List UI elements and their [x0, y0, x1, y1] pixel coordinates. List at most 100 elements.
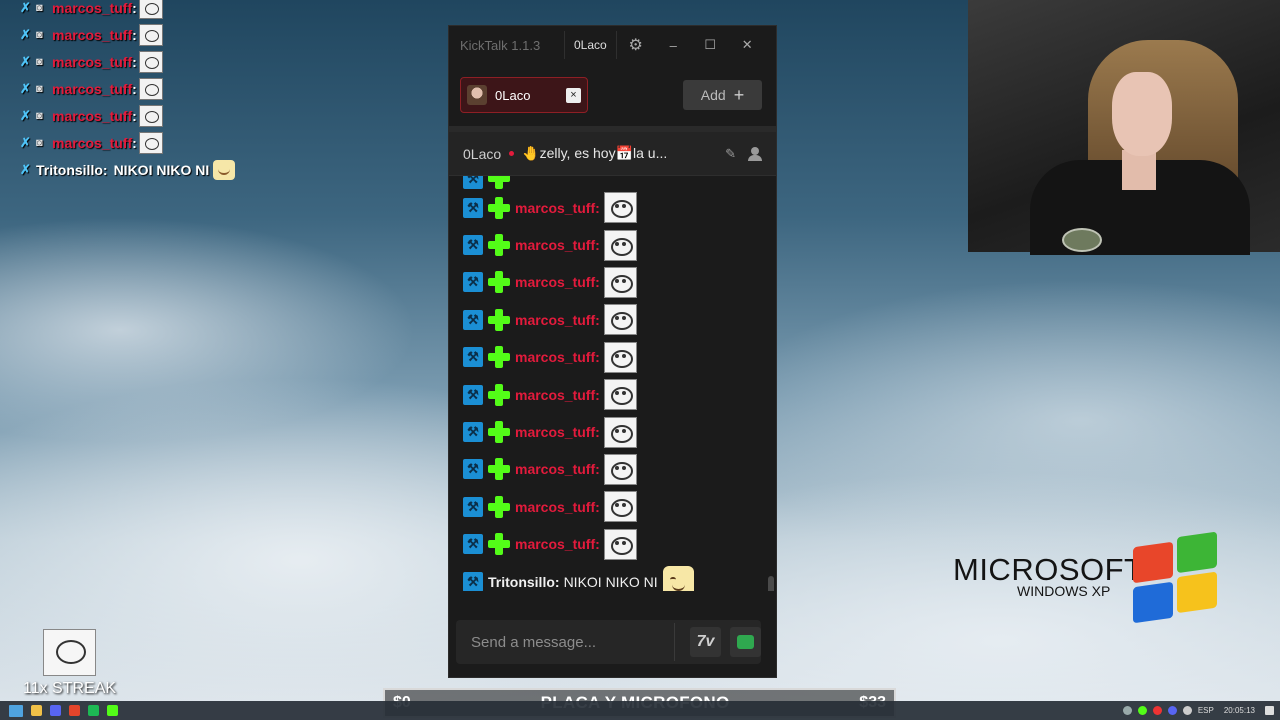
message-input-bar: 7v: [456, 620, 761, 664]
chat-username[interactable]: marcos_tuff: [515, 536, 595, 552]
chat-messages[interactable]: ⚒ ⚒ marcos_tuff : ⚒ marcos_tuff : ⚒ marc…: [449, 176, 776, 591]
pepe-emote: [138, 104, 163, 127]
niko-emote[interactable]: [662, 566, 694, 591]
chat-message: ⚒ marcos_tuff :: [463, 264, 776, 301]
chat-username[interactable]: Tritonsillo: [488, 574, 555, 590]
pin-icon[interactable]: ✎: [725, 146, 736, 162]
message-input[interactable]: [456, 620, 674, 664]
minimize-button[interactable]: –: [655, 38, 692, 53]
title-bar[interactable]: KickTalk 1.1.3 0Laco ⚙ – ☐ ✕: [449, 26, 776, 64]
moderator-badge-icon: ⚒: [463, 459, 483, 480]
maximize-button[interactable]: ☐: [692, 37, 729, 53]
keyboard-language[interactable]: ESP: [1198, 706, 1214, 715]
overlay-chat-row: ✗ ◙ marcos_tuff :: [20, 129, 320, 156]
pepe-emote[interactable]: [603, 453, 637, 485]
mod-sword-icon: ✗: [20, 0, 31, 15]
chat-username[interactable]: marcos_tuff: [515, 274, 595, 290]
pepe-emote[interactable]: [603, 229, 637, 261]
subscriber-badge-icon: [488, 176, 510, 189]
spotify-icon[interactable]: [88, 705, 99, 716]
channel-name: 0Laco: [463, 145, 502, 162]
subscriber-badge-icon: [488, 196, 510, 219]
pepe-emote: [138, 0, 163, 19]
current-user-button[interactable]: 0Laco: [564, 31, 617, 59]
chat-username[interactable]: marcos_tuff: [515, 200, 595, 216]
chat-username[interactable]: marcos_tuff: [515, 312, 595, 328]
overlay-username: marcos_tuff: [52, 26, 133, 43]
chat-bubble-icon: ◙: [36, 109, 43, 122]
pepe-emote[interactable]: [603, 379, 637, 411]
chat-bubble-icon: ◙: [36, 55, 43, 68]
windows-flag-icon: [1133, 531, 1223, 624]
pepe-emote[interactable]: [603, 491, 637, 523]
moderator-badge-icon: ⚒: [463, 197, 483, 218]
close-window-button[interactable]: ✕: [729, 37, 766, 53]
chat-username[interactable]: marcos_tuff: [515, 237, 595, 253]
kicktalk-window: KickTalk 1.1.3 0Laco ⚙ – ☐ ✕ 0Laco × Add…: [448, 25, 777, 678]
mod-sword-icon: ✗: [20, 107, 31, 123]
kick-emote-button[interactable]: [730, 627, 761, 657]
pepe-emote[interactable]: [603, 266, 637, 298]
chat-scrollbar[interactable]: [768, 576, 774, 591]
moderator-badge-icon: ⚒: [463, 235, 483, 256]
chat-message: ⚒ marcos_tuff :: [463, 301, 776, 338]
chat-message: ⚒ marcos_tuff :: [463, 226, 776, 263]
system-tray: ESP 20:05:13: [1122, 706, 1280, 715]
overlay-username: marcos_tuff: [52, 107, 133, 124]
tab-0laco[interactable]: 0Laco ×: [460, 77, 588, 113]
pepe-emote[interactable]: [603, 341, 637, 373]
tray-icon[interactable]: [1167, 706, 1177, 715]
folder-icon[interactable]: [31, 705, 42, 716]
chat-username[interactable]: marcos_tuff: [515, 387, 595, 403]
chat-message: ⚒ Tritonsillo : NIKOI NIKO NI: [463, 563, 776, 591]
gear-icon[interactable]: ⚙: [617, 35, 655, 55]
subscriber-badge-icon: [488, 271, 510, 294]
add-channel-button[interactable]: Add +: [683, 80, 762, 110]
overlay-username: marcos_tuff: [52, 80, 133, 97]
mod-sword-icon: ✗: [20, 26, 31, 42]
close-tab-icon[interactable]: ×: [566, 87, 581, 103]
chat-username[interactable]: marcos_tuff: [515, 424, 595, 440]
kick-icon[interactable]: [107, 705, 118, 716]
tray-icon[interactable]: [1152, 706, 1162, 715]
pepe-emote: [138, 50, 163, 73]
pepe-emote[interactable]: [603, 304, 637, 336]
chat-header: 0Laco 🤚zelly, es hoy📅la u... ✎: [449, 132, 776, 176]
pepe-emote[interactable]: [603, 528, 637, 560]
chat-username[interactable]: marcos_tuff: [515, 349, 595, 365]
pepe-emote[interactable]: [603, 192, 637, 224]
pepe-emote[interactable]: [603, 416, 637, 448]
user-icon[interactable]: [748, 146, 762, 161]
overlay-username: marcos_tuff: [52, 0, 133, 16]
pepe-emote: [138, 23, 163, 46]
chat-bubble-icon: ◙: [36, 28, 43, 41]
brave-icon[interactable]: [69, 705, 80, 716]
streak-label: 11x STREAK: [23, 680, 117, 697]
subscriber-badge-icon: [488, 421, 510, 444]
overlay-chat-row: ✗ ◙ marcos_tuff :: [20, 75, 320, 102]
volume-icon[interactable]: [1182, 706, 1192, 715]
xp-logo-windows: WINDOWS XP: [1017, 583, 1111, 599]
overlay-message-text: NIKOI NIKO NI: [113, 161, 210, 178]
overlay-chat-row: ✗ ◙ marcos_tuff :: [20, 48, 320, 75]
clock[interactable]: 20:05:13: [1224, 706, 1255, 715]
chat-bubble-icon: ◙: [36, 136, 43, 149]
chat-username[interactable]: marcos_tuff: [515, 499, 595, 515]
subscriber-badge-icon: [488, 346, 510, 369]
overlay-username: marcos_tuff: [52, 53, 133, 70]
tray-icon[interactable]: [1122, 706, 1132, 715]
chat-message: ⚒ marcos_tuff :: [463, 451, 776, 488]
seventv-emote-button[interactable]: 7v: [690, 627, 721, 657]
subscriber-badge-icon: [488, 234, 510, 257]
moderator-badge-icon: ⚒: [463, 347, 483, 368]
chat-username[interactable]: marcos_tuff: [515, 461, 595, 477]
start-button-icon[interactable]: [9, 704, 23, 717]
moderator-badge-icon: ⚒: [463, 422, 483, 443]
app-title: KickTalk 1.1.3: [460, 37, 541, 53]
tab-label: 0Laco: [495, 87, 531, 103]
tray-icon[interactable]: [1137, 706, 1147, 715]
notification-icon[interactable]: [1265, 706, 1274, 715]
chat-message: ⚒ marcos_tuff :: [463, 189, 776, 226]
overlay-chat: ✗ ◙ marcos_tuff : ✗ ◙ marcos_tuff : ✗ ◙ …: [20, 0, 320, 183]
discord-icon[interactable]: [50, 705, 61, 716]
